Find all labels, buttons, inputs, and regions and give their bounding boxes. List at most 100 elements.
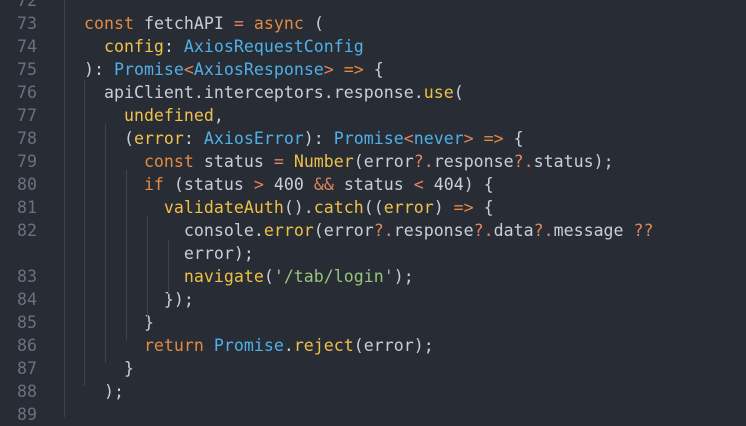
- code-text: );: [84, 380, 124, 403]
- code-text: validateAuth().catch((error) => {: [84, 196, 494, 219]
- code-token: {: [473, 198, 494, 217]
- code-text: config: AxiosRequestConfig: [84, 35, 364, 58]
- code-token: if: [84, 175, 164, 194]
- line-number: 87: [17, 359, 37, 378]
- line-number: 79: [17, 152, 37, 171]
- code-token: 404: [433, 175, 464, 194]
- code-line[interactable]: 74 config: AxiosRequestConfig: [0, 35, 746, 58]
- code-line[interactable]: 83 navigate('/tab/login');: [0, 265, 746, 288]
- code-line[interactable]: 79 const status = Number(error?.response…: [0, 150, 746, 173]
- code-token: response: [333, 83, 414, 102]
- code-token: }: [84, 313, 154, 332]
- line-number: 84: [17, 290, 37, 309]
- code-token: response: [393, 221, 474, 240]
- code-token: undefined: [84, 106, 214, 125]
- code-token: }: [84, 359, 134, 378]
- line-number: 81: [17, 198, 37, 217]
- code-line[interactable]: 88 );: [0, 380, 746, 403]
- code-line[interactable]: 78 (error: AxiosError): Promise<never> =…: [0, 127, 746, 150]
- code-line[interactable]: 80 if (status > 400 && status < 404) {: [0, 173, 746, 196]
- code-text: navigate('/tab/login');: [84, 265, 414, 288]
- code-token: );: [593, 152, 614, 171]
- code-token: ().: [283, 198, 314, 217]
- line-number: 72: [17, 0, 37, 10]
- code-token: ?.: [473, 221, 494, 240]
- code-token: interceptors: [203, 83, 324, 102]
- code-text: ): Promise<AxiosResponse> => {: [84, 58, 384, 81]
- code-token: reject: [293, 336, 354, 355]
- code-line[interactable]: 85 }: [0, 311, 746, 334]
- code-token: Promise: [113, 60, 184, 79]
- code-line[interactable]: 76 apiClient.interceptors.response.use(: [0, 81, 746, 104]
- code-token: (: [453, 83, 464, 102]
- code-token: (: [353, 336, 364, 355]
- code-token: });: [84, 290, 194, 309]
- line-number: 78: [17, 129, 37, 148]
- code-token: {: [363, 60, 384, 79]
- code-token: =>: [343, 60, 364, 79]
- code-line[interactable]: 82 console.error(error?.response?.data?.…: [0, 219, 746, 242]
- code-token: .: [413, 83, 424, 102]
- code-token: );: [84, 382, 124, 401]
- code-line[interactable]: 81 validateAuth().catch((error) => {: [0, 196, 746, 219]
- code-token: response: [433, 152, 514, 171]
- code-token: error: [84, 244, 234, 263]
- code-editor[interactable]: 72 73 const fetchAPI = async (74 config: A…: [0, 0, 746, 424]
- code-line[interactable]: 73 const fetchAPI = async (: [0, 12, 746, 35]
- code-token: navigate: [84, 267, 264, 286]
- indent-guide: [64, 0, 65, 417]
- code-text: const fetchAPI = async (: [84, 12, 324, 35]
- code-token: <: [183, 60, 194, 79]
- code-token: return: [84, 336, 214, 355]
- code-line[interactable]: 77 undefined,: [0, 104, 746, 127]
- line-number: 73: [17, 14, 37, 33]
- code-line[interactable]: 75): Promise<AxiosResponse> => {: [0, 58, 746, 81]
- code-token: ,: [213, 106, 224, 125]
- code-token: status: [183, 175, 244, 194]
- code-line[interactable]: 72: [0, 0, 746, 12]
- code-token: (: [84, 129, 134, 148]
- code-token: message: [553, 221, 624, 240]
- code-text: const status = Number(error?.response?.s…: [84, 150, 614, 173]
- code-token: .: [323, 83, 334, 102]
- code-token: (: [353, 152, 364, 171]
- code-token: ): [433, 198, 454, 217]
- code-token: catch: [313, 198, 364, 217]
- code-token: status: [533, 152, 594, 171]
- line-number: 89: [17, 405, 37, 424]
- code-text: console.error(error?.response?.data?.mes…: [84, 219, 654, 242]
- code-token: error: [263, 221, 314, 240]
- code-token: status: [203, 152, 264, 171]
- code-token: (: [313, 221, 324, 240]
- code-token: validateAuth: [84, 198, 284, 217]
- indent-guide: [84, 80, 85, 386]
- indent-guide: [126, 170, 127, 340]
- code-token: ):: [84, 60, 114, 79]
- code-token: config: [84, 37, 164, 56]
- indent-guide: [105, 124, 106, 363]
- code-token: ((: [363, 198, 384, 217]
- code-text: apiClient.interceptors.response.use(: [84, 81, 464, 104]
- code-token: error: [383, 198, 434, 217]
- code-token: data: [493, 221, 534, 240]
- code-token: never: [413, 129, 464, 148]
- code-line[interactable]: 86 return Promise.reject(error);: [0, 334, 746, 357]
- code-token: ):: [303, 129, 334, 148]
- code-line[interactable]: error);: [0, 242, 746, 265]
- code-line[interactable]: 87 }: [0, 357, 746, 380]
- code-text: return Promise.reject(error);: [84, 334, 434, 357]
- code-token: error: [323, 221, 374, 240]
- code-line[interactable]: 89: [0, 403, 746, 426]
- code-token: error: [363, 152, 414, 171]
- line-number: 85: [17, 313, 37, 332]
- line-number: 82: [17, 221, 37, 240]
- code-token: ?.: [533, 221, 554, 240]
- line-number: 80: [17, 175, 37, 194]
- code-token: apiClient: [84, 83, 194, 102]
- code-token: fetchAPI: [143, 14, 224, 33]
- code-token: AxiosResponse: [193, 60, 324, 79]
- code-token: >: [243, 175, 274, 194]
- code-line[interactable]: 84 });: [0, 288, 746, 311]
- code-token: ?.: [513, 152, 534, 171]
- code-token: Promise: [333, 129, 404, 148]
